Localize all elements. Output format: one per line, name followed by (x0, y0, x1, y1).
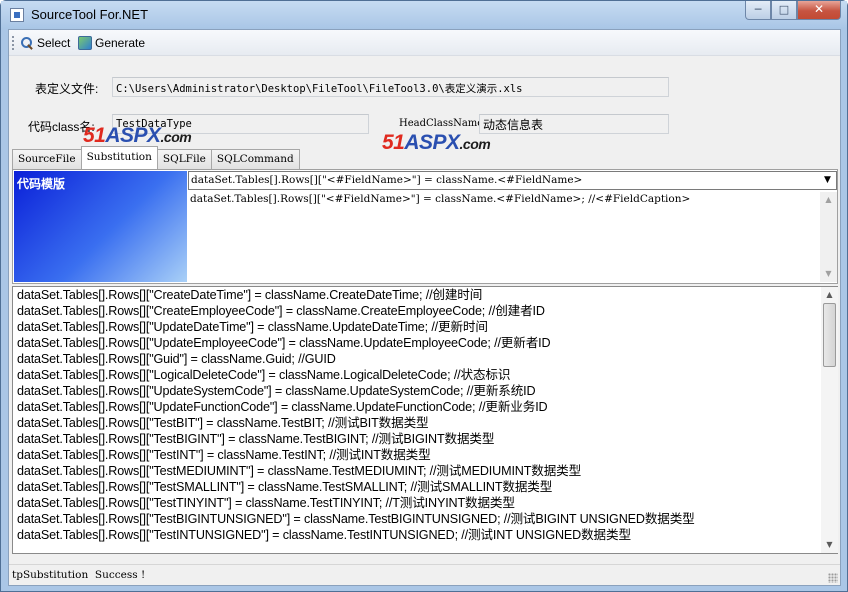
watermark-logo-left: 51ASPX.com (83, 124, 192, 147)
tab-strip: SourceFile Substitution SQLFile SQLComma… (12, 146, 300, 169)
status-bar: tpSubstitution Success ! (9, 564, 840, 585)
template-select-value: dataSet.Tables[].Rows[]["<#FieldName>"] … (191, 174, 583, 186)
scroll-down-icon[interactable]: ▼ (820, 266, 837, 282)
client-area: Select Generate 表定义文件: C:\Users\Administ… (8, 29, 841, 586)
minimize-button[interactable]: ─ (745, 1, 771, 20)
select-button[interactable]: Select (20, 34, 70, 52)
output-textarea[interactable]: dataSet.Tables[].Rows[]["CreateDateTime"… (12, 286, 838, 554)
output-line: dataSet.Tables[].Rows[]["TestSMALLINT"] … (17, 480, 553, 494)
output-line: dataSet.Tables[].Rows[]["TestINT"] = cla… (17, 448, 431, 462)
output-line: dataSet.Tables[].Rows[]["CreateDateTime"… (17, 288, 483, 302)
head-class-label: HeadClassName (399, 118, 484, 129)
scroll-down-icon[interactable]: ▼ (821, 537, 838, 553)
scroll-up-icon[interactable]: ▲ (820, 192, 837, 208)
definition-file-label: 表定义文件: (35, 82, 99, 96)
scroll-up-icon[interactable]: ▲ (821, 287, 838, 303)
generate-button[interactable]: Generate (78, 34, 145, 52)
output-line: dataSet.Tables[].Rows[]["CreateEmployeeC… (17, 304, 545, 318)
output-line: dataSet.Tables[].Rows[]["UpdateSystemCod… (17, 384, 536, 398)
output-line: dataSet.Tables[].Rows[]["LogicalDeleteCo… (17, 368, 511, 382)
status-text: tpSubstitution Success ! (12, 569, 146, 581)
chevron-down-icon[interactable]: ▼ (820, 173, 835, 188)
template-panel: 代码模版 (14, 171, 187, 282)
select-button-label: Select (37, 36, 71, 50)
output-line: dataSet.Tables[].Rows[]["TestBIGINTUNSIG… (17, 512, 695, 526)
toolbar-grip-icon[interactable] (12, 36, 15, 50)
output-line: dataSet.Tables[].Rows[]["TestMEDIUMINT"]… (17, 464, 582, 478)
caption-buttons: ─ □ ✕ (745, 1, 841, 21)
close-button[interactable]: ✕ (797, 1, 841, 20)
head-class-field[interactable]: 动态信息表 (479, 114, 669, 134)
output-line: dataSet.Tables[].Rows[]["UpdateEmployeeC… (17, 336, 551, 350)
output-line: dataSet.Tables[].Rows[]["TestINTUNSIGNED… (17, 528, 631, 542)
template-editor[interactable]: dataSet.Tables[].Rows[]["<#FieldName>"] … (188, 192, 820, 282)
scroll-thumb[interactable] (823, 303, 836, 367)
window-title: SourceTool For.NET (31, 7, 149, 22)
resize-grip-icon[interactable] (828, 573, 838, 583)
definition-file-field[interactable]: C:\Users\Administrator\Desktop\FileTool\… (112, 77, 669, 97)
title-bar[interactable]: SourceTool For.NET ─ □ ✕ (1, 1, 847, 29)
output-scrollbar[interactable]: ▲ ▼ (821, 287, 838, 553)
output-line: dataSet.Tables[].Rows[]["UpdateDateTime"… (17, 320, 488, 334)
maximize-button[interactable]: □ (771, 1, 797, 20)
tab-substitution[interactable]: Substitution (80, 146, 158, 169)
watermark-logo-right: 51ASPX.com (382, 131, 491, 154)
generate-icon (78, 36, 92, 50)
output-line: dataSet.Tables[].Rows[]["TestTINYINT"] =… (17, 496, 515, 510)
template-title: 代码模版 (17, 177, 66, 191)
app-icon (10, 8, 24, 22)
output-line: dataSet.Tables[].Rows[]["TestBIT"] = cla… (17, 416, 429, 430)
output-line: dataSet.Tables[].Rows[]["TestBIGINT"] = … (17, 432, 495, 446)
output-lines: dataSet.Tables[].Rows[]["CreateDateTime"… (17, 287, 817, 553)
tab-sqlcommand[interactable]: SQLCommand (210, 149, 300, 169)
tab-sourcefile[interactable]: SourceFile (12, 149, 82, 169)
output-line: dataSet.Tables[].Rows[]["UpdateFunctionC… (17, 400, 548, 414)
template-scrollbar[interactable]: ▲ ▼ (820, 192, 837, 282)
magnifier-icon (20, 36, 34, 50)
toolbar: Select Generate (9, 30, 840, 56)
output-line: dataSet.Tables[].Rows[]["Guid"] = classN… (17, 352, 336, 366)
app-window: SourceTool For.NET ─ □ ✕ Select Generate… (0, 0, 848, 592)
tab-sqlfile[interactable]: SQLFile (156, 149, 212, 169)
template-select[interactable]: dataSet.Tables[].Rows[]["<#FieldName>"] … (188, 171, 837, 190)
substitution-tab-page: 代码模版 dataSet.Tables[].Rows[]["<#FieldNam… (12, 169, 838, 284)
generate-button-label: Generate (95, 36, 146, 50)
